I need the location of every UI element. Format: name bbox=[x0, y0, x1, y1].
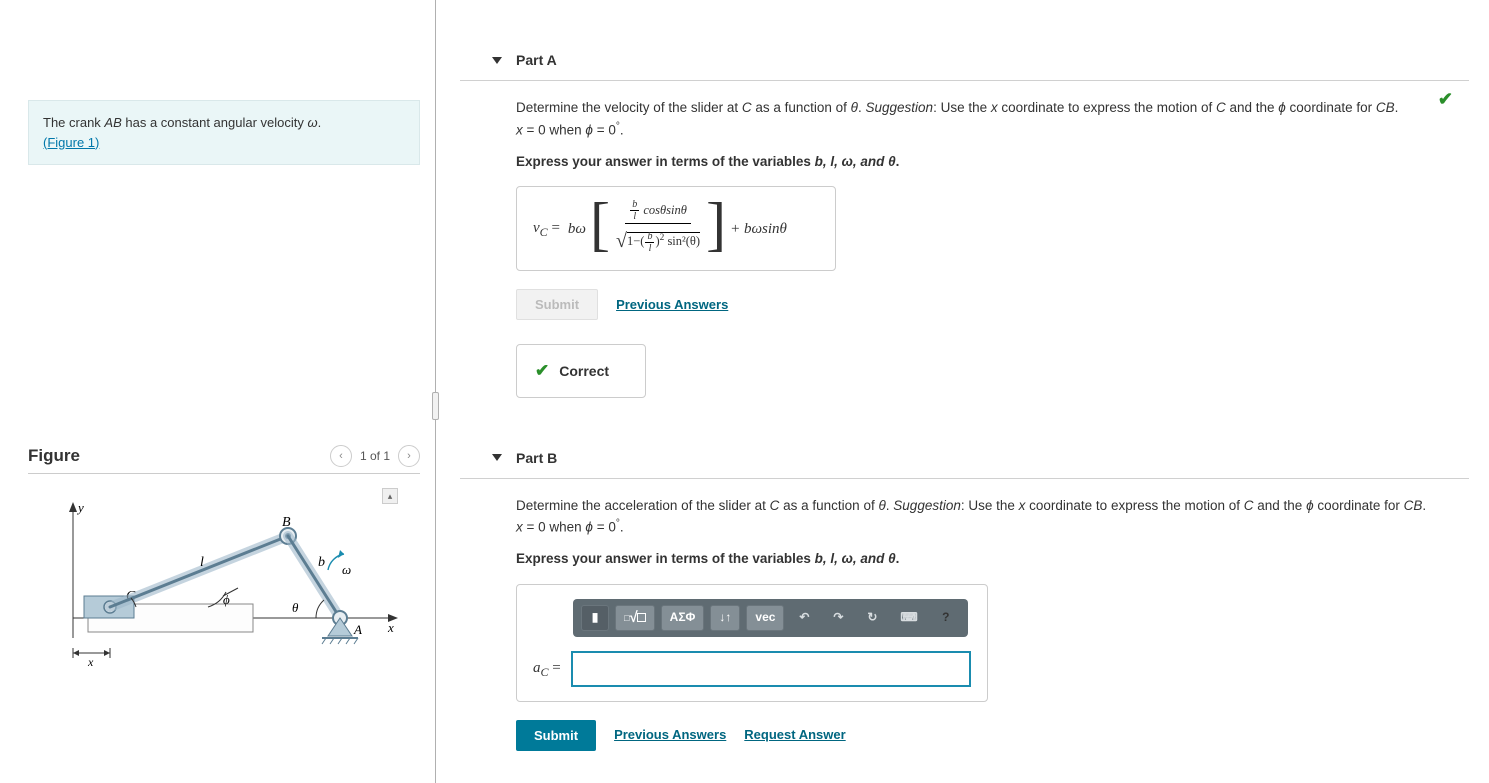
figure-image: ▴ y x C bbox=[28, 488, 398, 668]
part-a-section: Part A ✔ Determine the velocity of the s… bbox=[460, 40, 1469, 414]
right-pane: Part A ✔ Determine the velocity of the s… bbox=[440, 0, 1489, 783]
problem-text: The crank AB has a constant angular velo… bbox=[43, 115, 321, 130]
figure-header: Figure ‹ 1 of 1 › bbox=[28, 445, 420, 474]
figure-prev-button[interactable]: ‹ bbox=[330, 445, 352, 467]
figure-section: Figure ‹ 1 of 1 › ▴ y x bbox=[0, 445, 430, 668]
omega-label: ω bbox=[342, 562, 351, 577]
figure-pager: 1 of 1 bbox=[360, 449, 390, 463]
axis-y-label: y bbox=[76, 500, 84, 515]
equation-toolbar: ▮ □√ ΑΣΦ ↓↑ vec ↶ ↷ ↻ ⌨ ? bbox=[573, 599, 968, 637]
length-l-label: l bbox=[200, 555, 204, 570]
figure-scroll-up[interactable]: ▴ bbox=[382, 488, 398, 504]
collapse-icon bbox=[492, 57, 502, 64]
part-a-answer-box: vC = bω [ bl cosθsinθ √1−(bl)2 sin²(θ) bbox=[516, 186, 836, 271]
part-a-submit-button: Submit bbox=[516, 289, 598, 320]
toolbar-reset-button[interactable]: ↻ bbox=[858, 605, 886, 631]
part-b-section: Part B Determine the acceleration of the… bbox=[460, 438, 1469, 767]
figure-nav: ‹ 1 of 1 › bbox=[330, 445, 420, 467]
figure-link[interactable]: (Figure 1) bbox=[43, 135, 99, 150]
left-pane: The crank AB has a constant angular velo… bbox=[0, 0, 430, 783]
part-b-answer-input[interactable] bbox=[571, 651, 971, 687]
axis-x-label: x bbox=[387, 620, 394, 635]
toolbar-root-button[interactable]: □√ bbox=[615, 605, 655, 631]
collapse-icon bbox=[492, 454, 502, 461]
part-b-instruction: Express your answer in terms of the vari… bbox=[516, 548, 1469, 570]
part-a-feedback: ✔ Correct bbox=[516, 344, 646, 397]
figure-next-button[interactable]: › bbox=[398, 445, 420, 467]
part-b-previous-answers-link[interactable]: Previous Answers bbox=[614, 725, 726, 746]
pane-divider[interactable] bbox=[430, 0, 440, 783]
part-a-answer-expression: vC = bω [ bl cosθsinθ √1−(bl)2 sin²(θ) bbox=[533, 199, 819, 258]
toolbar-help-button[interactable]: ? bbox=[932, 605, 960, 631]
part-b-title: Part B bbox=[516, 450, 557, 466]
toolbar-templates-button[interactable]: ▮ bbox=[581, 605, 609, 631]
toolbar-updown-button[interactable]: ↓↑ bbox=[710, 605, 740, 631]
length-b-label: b bbox=[318, 555, 325, 570]
part-a-prompt: Determine the velocity of the slider at … bbox=[516, 97, 1469, 141]
feedback-text: Correct bbox=[559, 360, 609, 382]
part-b-header[interactable]: Part B bbox=[460, 438, 1469, 479]
part-a-instruction: Express your answer in terms of the vari… bbox=[516, 151, 1469, 173]
part-b-body: Determine the acceleration of the slider… bbox=[460, 479, 1469, 767]
point-b-label: B bbox=[282, 515, 291, 530]
problem-statement: The crank AB has a constant angular velo… bbox=[28, 100, 420, 165]
part-b-prompt: Determine the acceleration of the slider… bbox=[516, 495, 1469, 539]
toolbar-undo-button[interactable]: ↶ bbox=[790, 605, 818, 631]
toolbar-keyboard-button[interactable]: ⌨ bbox=[892, 605, 925, 631]
figure-title: Figure bbox=[28, 446, 80, 466]
part-a-previous-answers-link[interactable]: Previous Answers bbox=[616, 295, 728, 316]
part-a-header[interactable]: Part A bbox=[460, 40, 1469, 81]
part-b-request-answer-link[interactable]: Request Answer bbox=[744, 725, 845, 746]
part-a-correct-icon: ✔ bbox=[1438, 89, 1453, 110]
toolbar-greek-button[interactable]: ΑΣΦ bbox=[661, 605, 705, 631]
point-a-label: A bbox=[353, 622, 362, 637]
part-b-submit-button[interactable]: Submit bbox=[516, 720, 596, 751]
toolbar-vec-button[interactable]: vec bbox=[746, 605, 784, 631]
x-dim-label: x bbox=[87, 655, 94, 668]
part-a-body: Determine the velocity of the slider at … bbox=[460, 81, 1469, 414]
part-b-lhs: aC = bbox=[533, 656, 561, 682]
part-a-button-row: Submit Previous Answers bbox=[516, 289, 1469, 320]
check-icon: ✔ bbox=[535, 357, 549, 384]
part-a-title: Part A bbox=[516, 52, 557, 68]
toolbar-redo-button[interactable]: ↷ bbox=[824, 605, 852, 631]
theta-label: θ bbox=[292, 600, 299, 615]
part-b-answer-box: ▮ □√ ΑΣΦ ↓↑ vec ↶ ↷ ↻ ⌨ ? aC = bbox=[516, 584, 988, 702]
part-b-button-row: Submit Previous Answers Request Answer bbox=[516, 720, 1469, 751]
